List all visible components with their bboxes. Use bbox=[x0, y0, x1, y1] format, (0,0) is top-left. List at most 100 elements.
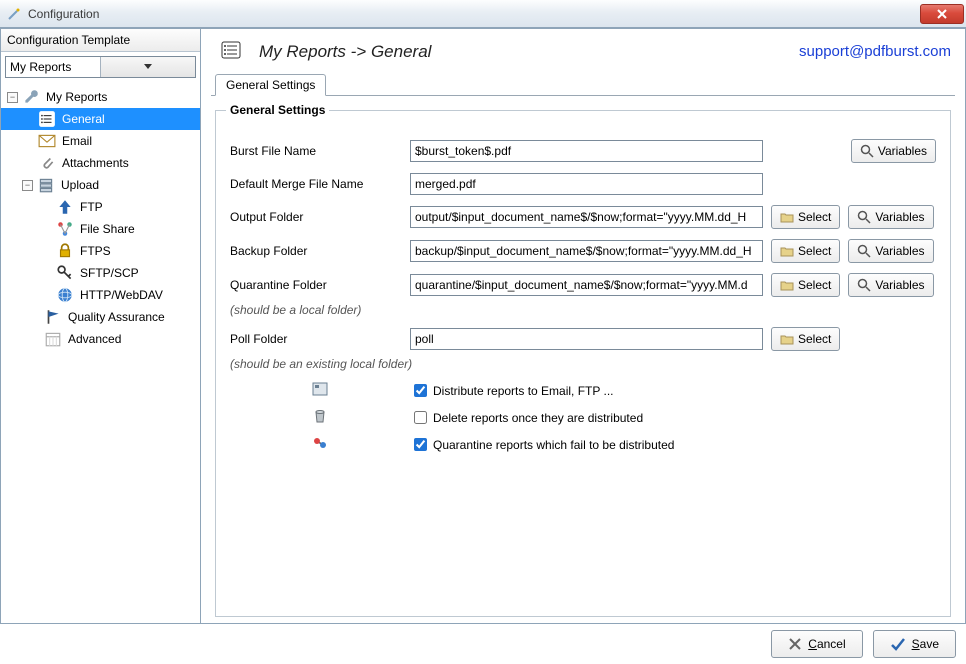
folder-icon bbox=[780, 278, 794, 292]
tree-item-label: File Share bbox=[80, 222, 135, 236]
tab-general-settings[interactable]: General Settings bbox=[215, 74, 326, 96]
trash-icon bbox=[313, 408, 327, 427]
lock-icon bbox=[56, 243, 74, 259]
distribute-row: Distribute reports to Email, FTP ... bbox=[230, 381, 936, 400]
tree-item-advanced[interactable]: Advanced bbox=[1, 328, 200, 350]
select-button[interactable]: Select bbox=[771, 327, 840, 351]
button-label: Cancel bbox=[808, 637, 845, 651]
window-title: Configuration bbox=[28, 7, 99, 21]
tree-item-fileshare[interactable]: File Share bbox=[1, 218, 200, 240]
button-label: Select bbox=[798, 210, 831, 224]
tree-item-label: SFTP/SCP bbox=[80, 266, 139, 280]
collapse-icon[interactable]: − bbox=[7, 92, 18, 103]
button-label: Variables bbox=[875, 278, 924, 292]
distribute-label: Distribute reports to Email, FTP ... bbox=[433, 384, 614, 398]
output-folder-label: Output Folder bbox=[230, 210, 410, 224]
quarantine-hint: (should be a local folder) bbox=[230, 303, 410, 317]
tree-item-label: FTPS bbox=[80, 244, 111, 258]
select-button[interactable]: Select bbox=[771, 205, 840, 229]
quarantine-label: Quarantine reports which fail to be dist… bbox=[433, 438, 674, 452]
template-combo[interactable]: My Reports bbox=[5, 56, 196, 78]
variables-button[interactable]: Variables bbox=[851, 139, 936, 163]
folder-icon bbox=[780, 210, 794, 224]
poll-hint: (should be an existing local folder) bbox=[230, 357, 412, 371]
sidebar-tree: − My Reports General Email Attachments bbox=[1, 82, 200, 623]
key-icon bbox=[56, 265, 74, 281]
template-combo-value: My Reports bbox=[6, 60, 100, 74]
tree-item-http[interactable]: HTTP/WebDAV bbox=[1, 284, 200, 306]
main-frame: Configuration Template My Reports − My R… bbox=[0, 28, 966, 624]
burst-file-name-label: Burst File Name bbox=[230, 144, 410, 158]
chevron-down-icon bbox=[100, 57, 195, 77]
quarantine-checkbox[interactable] bbox=[414, 438, 427, 451]
server-icon bbox=[37, 177, 55, 193]
backup-folder-label: Backup Folder bbox=[230, 244, 410, 258]
envelope-icon bbox=[38, 133, 56, 149]
support-link[interactable]: support@pdfburst.com bbox=[799, 43, 951, 60]
backup-folder-input[interactable] bbox=[410, 240, 763, 262]
delete-label: Delete reports once they are distributed bbox=[433, 411, 643, 425]
button-label: Select bbox=[798, 332, 831, 346]
output-folder-input[interactable] bbox=[410, 206, 763, 228]
paperclip-icon bbox=[38, 155, 56, 171]
tree-item-label: Email bbox=[62, 134, 92, 148]
folder-icon bbox=[780, 332, 794, 346]
quarantine-folder-input[interactable] bbox=[410, 274, 763, 296]
main-panel: My Reports -> General support@pdfburst.c… bbox=[201, 29, 965, 623]
tree-item-qa[interactable]: Quality Assurance bbox=[1, 306, 200, 328]
sidebar: Configuration Template My Reports − My R… bbox=[1, 29, 201, 623]
tree-item-ftps[interactable]: FTPS bbox=[1, 240, 200, 262]
magnifier-icon bbox=[857, 244, 871, 258]
breadcrumb: My Reports -> General bbox=[259, 42, 431, 62]
cancel-button[interactable]: Cancel bbox=[771, 630, 862, 658]
magnifier-icon bbox=[857, 210, 871, 224]
burst-file-name-input[interactable] bbox=[410, 140, 763, 162]
tree-item-upload[interactable]: − Upload bbox=[1, 174, 200, 196]
button-label: Variables bbox=[875, 210, 924, 224]
check-icon bbox=[890, 637, 906, 651]
button-label: Select bbox=[798, 278, 831, 292]
save-button[interactable]: Save bbox=[873, 630, 956, 658]
tree-item-label: FTP bbox=[80, 200, 103, 214]
variables-button[interactable]: Variables bbox=[848, 205, 933, 229]
arrow-up-icon bbox=[56, 199, 74, 215]
close-button[interactable] bbox=[920, 4, 964, 24]
magnifier-icon bbox=[857, 278, 871, 292]
tree-item-my-reports[interactable]: − My Reports bbox=[1, 86, 200, 108]
delete-checkbox[interactable] bbox=[414, 411, 427, 424]
fileshare-icon bbox=[56, 221, 74, 237]
magnifier-icon bbox=[860, 144, 874, 158]
tree-item-attachments[interactable]: Attachments bbox=[1, 152, 200, 174]
quarantine-folder-label: Quarantine Folder bbox=[230, 278, 410, 292]
button-label: Variables bbox=[875, 244, 924, 258]
select-button[interactable]: Select bbox=[771, 273, 840, 297]
flag-icon bbox=[44, 309, 62, 325]
select-button[interactable]: Select bbox=[771, 239, 840, 263]
default-merge-input[interactable] bbox=[410, 173, 763, 195]
poll-folder-label: Poll Folder bbox=[230, 332, 410, 346]
collapse-icon[interactable]: − bbox=[22, 180, 33, 191]
tree-item-email[interactable]: Email bbox=[1, 130, 200, 152]
distribute-checkbox[interactable] bbox=[414, 384, 427, 397]
tree-item-label: HTTP/WebDAV bbox=[80, 288, 163, 302]
tree-item-ftp[interactable]: FTP bbox=[1, 196, 200, 218]
x-icon bbox=[788, 637, 802, 651]
tree-item-label: Quality Assurance bbox=[68, 310, 165, 324]
general-settings-group: General Settings Burst File Name Variabl… bbox=[215, 110, 951, 617]
bottom-bar: Cancel Save bbox=[0, 624, 966, 664]
wrench-icon bbox=[22, 89, 40, 105]
titlebar: Configuration bbox=[0, 0, 966, 28]
sidebar-header: Configuration Template bbox=[1, 29, 200, 52]
tree-item-label: My Reports bbox=[46, 90, 107, 104]
list-icon bbox=[221, 41, 241, 62]
quarantine-row: Quarantine reports which fail to be dist… bbox=[230, 435, 936, 454]
folder-icon bbox=[780, 244, 794, 258]
poll-folder-input[interactable] bbox=[410, 328, 763, 350]
tree-item-sftp[interactable]: SFTP/SCP bbox=[1, 262, 200, 284]
distribute-icon bbox=[312, 382, 328, 399]
tree-item-general[interactable]: General bbox=[1, 108, 200, 130]
variables-button[interactable]: Variables bbox=[848, 273, 933, 297]
variables-button[interactable]: Variables bbox=[848, 239, 933, 263]
button-label: Select bbox=[798, 244, 831, 258]
tree-item-label: Upload bbox=[61, 178, 99, 192]
